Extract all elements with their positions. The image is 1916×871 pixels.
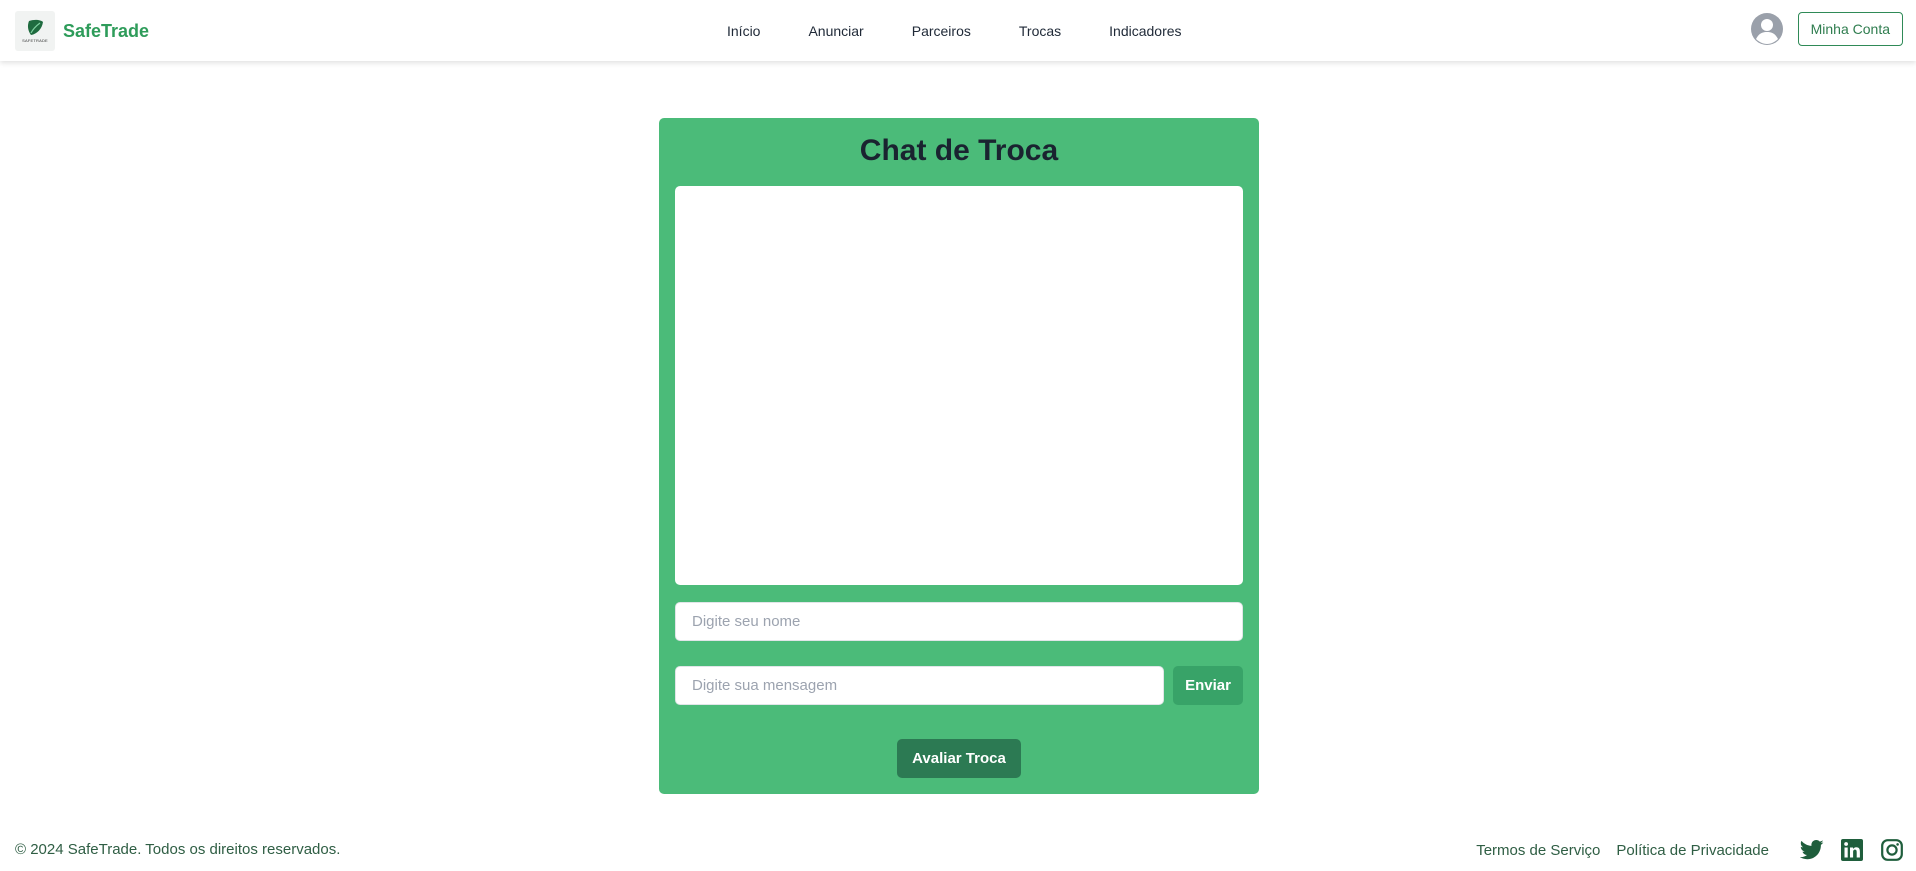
trade-chat-card: Chat de Troca Digite seu nome Digite sua… [659,118,1259,794]
instagram-icon[interactable] [1879,837,1905,863]
brand-name[interactable]: SafeTrade [63,21,149,42]
nav-link-inicio[interactable]: Início [727,23,760,39]
user-avatar[interactable] [1750,12,1784,46]
footer-links: Termos de Serviço Política de Privacidad… [1476,836,1905,864]
nav-link-indicadores[interactable]: Indicadores [1109,23,1181,39]
twitter-icon[interactable] [1799,837,1825,863]
chat-title: Chat de Troca [859,134,1059,167]
brand[interactable]: SAFETRADE SafeTrade [15,11,149,51]
my-account-button[interactable]: Minha Conta [1797,12,1903,46]
account-area: Minha Conta [1750,12,1903,46]
send-button[interactable]: Enviar [1173,666,1243,705]
brand-logo[interactable]: SAFETRADE [15,11,55,51]
terms-link[interactable]: Termos de Serviço [1476,842,1600,859]
user-circle-icon [1750,13,1783,45]
chat-messages-area[interactable] [675,186,1243,585]
message-input[interactable]: Digite sua mensagem [675,666,1164,705]
linkedin-icon[interactable] [1839,837,1865,863]
privacy-link[interactable]: Política de Privacidade [1616,842,1769,859]
rate-trade-button[interactable]: Avaliar Troca [897,739,1021,778]
name-input[interactable]: Digite seu nome [675,602,1243,641]
main-nav: Início Anunciar Parceiros Trocas Indicad… [727,0,1182,61]
nav-link-parceiros[interactable]: Parceiros [912,23,971,39]
footer-copyright: © 2024 SafeTrade. Todos os direitos rese… [15,841,341,858]
brand-logo-text: SAFETRADE [22,38,48,43]
nav-link-anunciar[interactable]: Anunciar [808,23,863,39]
nav-link-trocas[interactable]: Trocas [1019,23,1061,39]
leaf-shield-icon [27,19,43,35]
top-navbar: SAFETRADE SafeTrade Início Anunciar Parc… [0,0,1916,61]
